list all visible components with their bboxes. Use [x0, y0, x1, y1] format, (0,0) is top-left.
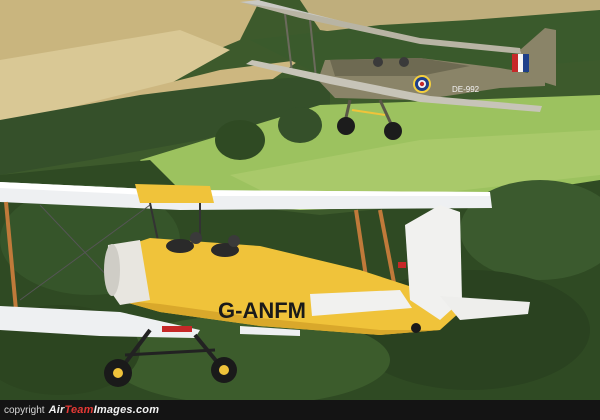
- rear-wheel: [337, 117, 355, 135]
- front-centre-section: [135, 184, 214, 203]
- brand-team: Team: [64, 404, 94, 416]
- brand-domain: .com: [132, 404, 160, 416]
- front-tail-skid: [411, 323, 421, 333]
- rear-pilot: [399, 57, 409, 67]
- front-pilot: [228, 235, 240, 247]
- front-wing-marking: [162, 326, 192, 332]
- rear-pilot: [373, 57, 383, 67]
- rear-wheel: [384, 122, 402, 140]
- front-wheel-hub: [113, 368, 123, 378]
- front-cockpit: [166, 239, 194, 253]
- copyright-bar: copyright AirTeamImages.com: [0, 400, 600, 420]
- rear-roundel-red: [419, 81, 425, 87]
- front-propeller-hub: [104, 244, 120, 296]
- photo-scene: DE-992 G-ANFM copyright AirTeamImages.co…: [0, 0, 600, 420]
- tree-clump: [278, 107, 322, 143]
- rear-fin-flash: [512, 54, 518, 72]
- front-registration: G-ANFM: [218, 298, 306, 323]
- front-tail-marking: [398, 262, 406, 268]
- rear-registration: DE-992: [452, 85, 480, 94]
- tree-clump: [215, 120, 265, 160]
- rear-fin-flash: [518, 54, 523, 72]
- rear-fin-flash: [523, 54, 529, 72]
- aerial-photo: DE-992 G-ANFM: [0, 0, 600, 400]
- brand-images: Images: [93, 404, 133, 416]
- front-wheel-hub: [219, 365, 229, 375]
- brand-logo[interactable]: AirTeamImages.com: [49, 404, 160, 416]
- brand-air: Air: [48, 404, 65, 416]
- front-pilot: [190, 232, 202, 244]
- copyright-label: copyright: [4, 404, 45, 416]
